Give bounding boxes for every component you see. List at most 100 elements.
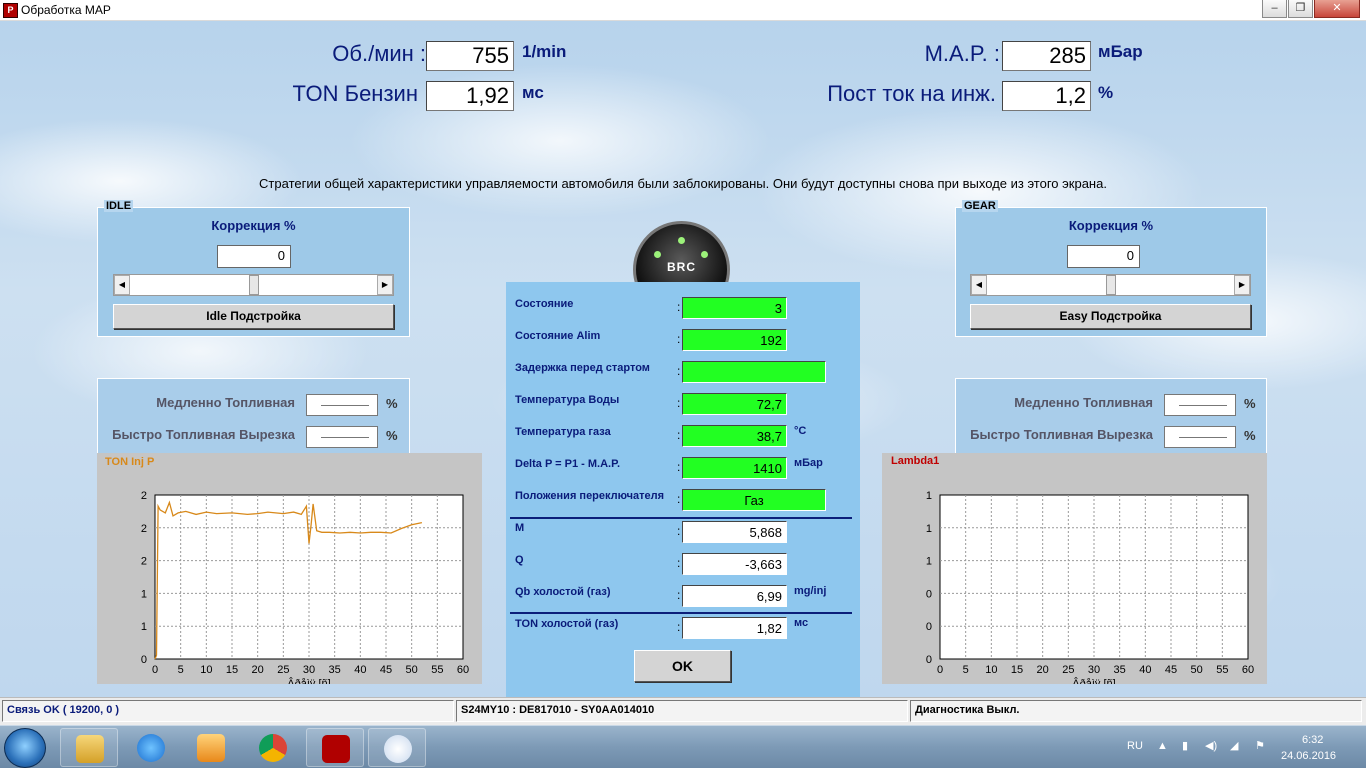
diagnostics-status: Диагностика Выкл. — [910, 700, 1362, 722]
x-axis-label: Âðåìÿ [ñ] — [287, 677, 330, 684]
fast-fuel-cut-1-pct: % — [386, 428, 398, 443]
status-row-label: Температура газа — [515, 426, 611, 438]
slider-thumb[interactable] — [1105, 275, 1116, 295]
restore-button[interactable]: ❐ — [1288, 0, 1313, 18]
x-tick-label: 25 — [1062, 664, 1074, 676]
inj-unit: % — [1098, 83, 1114, 102]
status-row-value: 6,99 — [682, 585, 787, 607]
scroll-left-arrow-icon[interactable]: ◀ — [114, 275, 130, 295]
idle-correction-field[interactable]: 0 — [217, 245, 291, 268]
network-icon[interactable]: ◢ — [1230, 739, 1238, 752]
y-tick-label: 0 — [926, 588, 932, 600]
status-row-label: Delta P = P1 - M.A.P. — [515, 458, 621, 470]
status-row-value: 1410 — [682, 457, 787, 479]
y-tick-label: 2 — [141, 556, 147, 568]
scroll-right-arrow-icon[interactable]: ▶ — [1234, 275, 1250, 295]
lambda1-chart-svg: 0 5 10 15 20 25 30 35 40 45 50 55 60000111Âðåìÿ [ñ] — [926, 490, 1254, 690]
ok-button[interactable]: OK — [634, 650, 731, 682]
idle-tune-button[interactable]: Idle Подстройка — [113, 304, 394, 329]
gear-tune-button[interactable]: Easy Подстройка — [970, 304, 1251, 329]
tray-expand-icon[interactable]: ▲ — [1157, 740, 1168, 752]
start-button[interactable] — [4, 728, 46, 768]
status-row-colon: : — [677, 620, 681, 634]
status-row-label: Qb холостой (газ) — [515, 586, 611, 598]
status-row-colon: : — [677, 460, 681, 474]
ton-value: 1,92 — [426, 81, 514, 111]
folder-icon — [76, 735, 104, 763]
ton-inj-chart-svg: 0 5 10 15 20 25 30 35 40 45 50 55 60 0 1 1 2 2 2 Âðåìÿ [ñ] — [141, 490, 469, 690]
status-row-unit: °C — [794, 425, 807, 437]
ton-inj-chart: 0 5 10 15 20 25 30 35 40 45 50 55 60 0 1 1 2 2 2 Âðåìÿ [ñ] … — [97, 453, 482, 690]
status-row-unit: mg/inj — [794, 585, 827, 597]
taskbar-brc-app[interactable] — [306, 728, 364, 767]
rpm-value: 755 — [426, 41, 514, 71]
x-tick-label: 0 — [152, 664, 158, 676]
map-unit: мБар — [1098, 42, 1143, 61]
gear-correction-field[interactable]: 0 — [1067, 245, 1140, 268]
x-tick-label: 30 — [1088, 664, 1100, 676]
idle-correction-slider[interactable]: ◀ ▶ — [113, 274, 394, 296]
gear-correction-slider[interactable]: ◀ ▶ — [970, 274, 1251, 296]
x-tick-label: 20 — [252, 664, 264, 676]
status-row-colon: : — [677, 396, 681, 410]
gear-correction-label: Коррекция % — [1068, 218, 1154, 233]
minimize-button[interactable]: ‒ — [1262, 0, 1287, 18]
taskbar-ie[interactable] — [122, 728, 180, 767]
x-tick-label: 55 — [1216, 664, 1228, 676]
battery-icon[interactable]: ▮ — [1182, 739, 1188, 752]
main-workarea: Об./мин : 755 1/min TON Бензин 1,92 мс M… — [0, 21, 1366, 697]
clock-date[interactable]: 24.06.2016 — [1281, 750, 1336, 762]
app-icon: P — [3, 3, 18, 18]
status-row-value: 38,7 — [682, 425, 787, 447]
y-tick-label: 0 — [926, 621, 932, 633]
language-indicator[interactable]: RU — [1127, 740, 1143, 752]
close-button[interactable]: ✕ — [1314, 0, 1360, 18]
taskbar-explorer[interactable] — [60, 728, 118, 767]
connection-status: Связь OK ( 19200, 0 ) — [2, 700, 454, 722]
status-row-value: 192 — [682, 329, 787, 351]
status-row-colon: : — [677, 588, 681, 602]
rpm-label: Об./мин : — [332, 41, 426, 66]
scroll-right-arrow-icon[interactable]: ▶ — [377, 275, 393, 295]
taskbar-media[interactable] — [182, 728, 240, 767]
brc-logo-text: BRC — [667, 260, 696, 274]
y-tick-label: 1 — [926, 556, 932, 568]
status-row-label: Температура Воды — [515, 394, 620, 406]
status-row-label: Состояние Alim — [515, 330, 601, 342]
status-row-value: 72,7 — [682, 393, 787, 415]
taskbar-paint[interactable] — [368, 728, 426, 767]
fuel-cut-panel-1: Медленно Топливная Вырезка 1 % Быстро То… — [97, 378, 410, 458]
idle-panel: IDLE Коррекция % 0 ◀ ▶ Idle Подстройка — [97, 200, 410, 337]
paint-icon — [384, 735, 412, 763]
x-tick-label: 35 — [329, 664, 341, 676]
gear-panel: GEAR Коррекция % 0 ◀ ▶ Easy Подстройка — [955, 200, 1267, 337]
slider-thumb[interactable] — [248, 275, 259, 295]
separator — [510, 612, 852, 614]
taskbar-chrome[interactable] — [244, 728, 302, 767]
slow-fuel-cut-1-pct: % — [386, 396, 398, 411]
gear-legend: GEAR — [962, 200, 998, 212]
x-tick-label: 25 — [277, 664, 289, 676]
scroll-left-arrow-icon[interactable]: ◀ — [971, 275, 987, 295]
x-tick-label: 60 — [457, 664, 469, 676]
x-tick-label: 40 — [1139, 664, 1151, 676]
volume-icon[interactable]: ◀) — [1205, 739, 1217, 752]
status-row-label: M — [515, 522, 525, 534]
fast-fuel-cut-2-pct: % — [1244, 428, 1256, 443]
x-tick-label: 55 — [431, 664, 443, 676]
status-row-colon: : — [677, 332, 681, 346]
status-row-colon: : — [677, 492, 681, 506]
slow-fuel-cut-2-field — [1164, 394, 1236, 416]
status-row-colon: : — [677, 428, 681, 442]
status-row-label: TON холостой (газ) — [515, 618, 619, 630]
statusbar: Связь OK ( 19200, 0 ) S24MY10 : DE817010… — [0, 697, 1366, 725]
clock-time[interactable]: 6:32 — [1302, 734, 1323, 746]
inj-label: Пост ток на инж. — [827, 81, 996, 106]
status-row-colon: : — [677, 300, 681, 314]
x-tick-label: 5 — [963, 664, 969, 676]
status-row-label: Состояние — [515, 298, 574, 310]
action-center-icon[interactable]: ⚑ — [1255, 739, 1265, 752]
x-tick-label: 50 — [1191, 664, 1203, 676]
fast-fuel-cut-2-field — [1164, 426, 1236, 448]
ton-unit: мс — [522, 83, 544, 102]
